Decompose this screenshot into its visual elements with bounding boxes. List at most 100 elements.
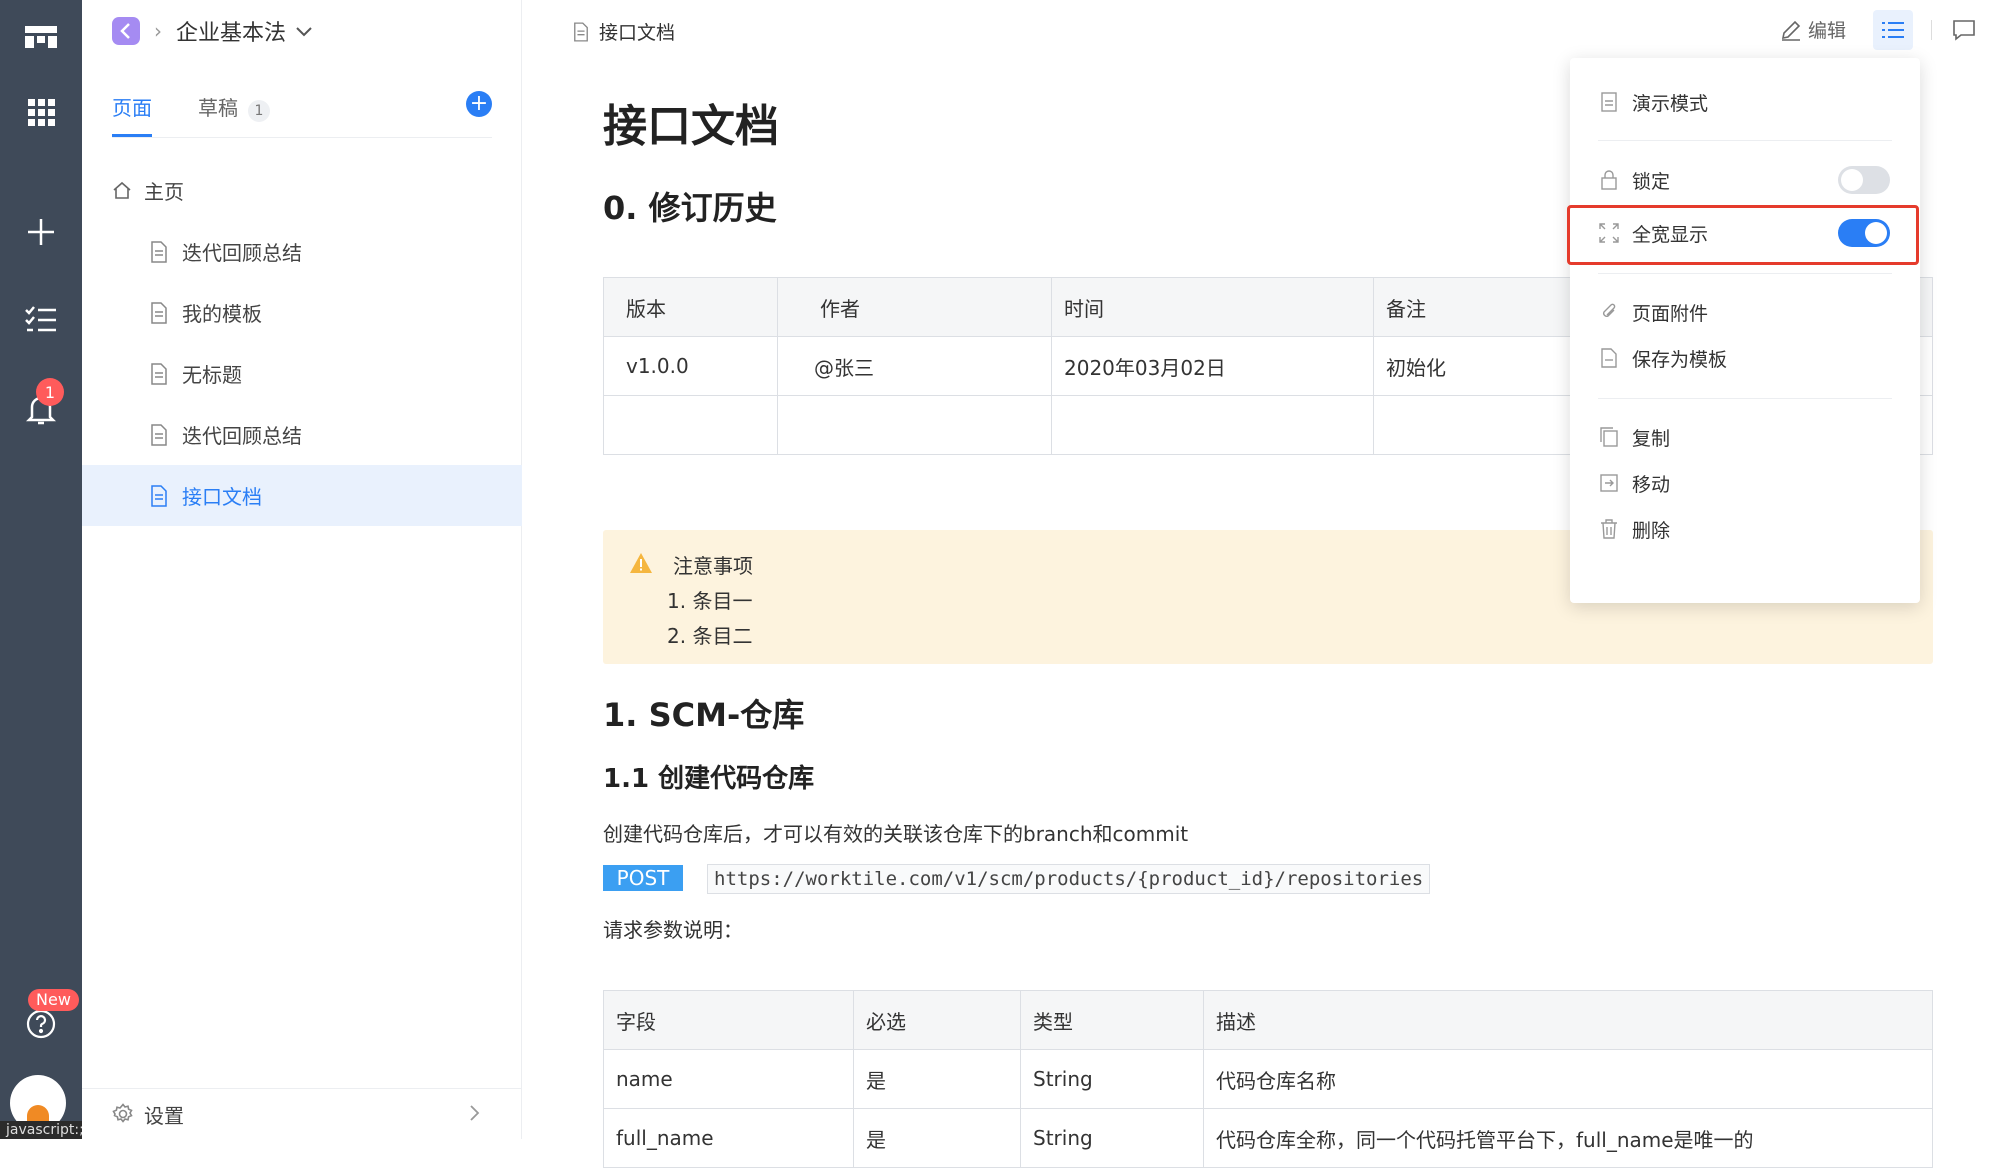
menu-item-presentation[interactable]: 演示模式 xyxy=(1570,76,1920,128)
space-header[interactable]: › 企业基本法 xyxy=(112,14,312,48)
document-icon xyxy=(573,21,589,42)
table-cell[interactable] xyxy=(777,395,1052,455)
pencil-icon xyxy=(1780,19,1802,41)
home-icon xyxy=(112,180,132,202)
space-title: 企业基本法 xyxy=(176,21,287,46)
heading-create-repo: 1.1 创建代码仓库 xyxy=(603,764,815,794)
lock-icon xyxy=(1598,169,1620,191)
page-title: 接口文档 xyxy=(603,101,779,152)
table-cell[interactable]: String xyxy=(1020,1108,1204,1168)
table-header-cell: 版本 xyxy=(603,277,778,337)
table-cell[interactable]: 代码仓库名称 xyxy=(1203,1049,1933,1109)
menu-divider xyxy=(1598,273,1892,274)
sidebar-item-page[interactable]: 无标题 xyxy=(82,343,522,404)
table-header-cell: 时间 xyxy=(1051,277,1374,337)
table-header-cell: 描述 xyxy=(1203,990,1933,1050)
sidebar-item-page-selected[interactable]: 接口文档 xyxy=(82,465,522,526)
sidebar-item-page[interactable]: 我的模板 xyxy=(82,282,522,343)
menu-item-save-template[interactable]: 保存为模板 xyxy=(1570,332,1920,384)
table-header-cell: 作者 xyxy=(777,277,1052,337)
notice-item: 1. 条目一 xyxy=(667,589,753,613)
table-header-cell: 类型 xyxy=(1020,990,1204,1050)
table-cell[interactable]: full_name xyxy=(603,1108,854,1168)
menu-divider xyxy=(1598,140,1892,141)
highlight-box xyxy=(1567,205,1919,265)
table-cell[interactable]: String xyxy=(1020,1049,1204,1109)
sidebar-item-page[interactable]: 迭代回顾总结 xyxy=(82,404,522,465)
table-cell[interactable]: @张三 xyxy=(777,336,1052,396)
logo-icon[interactable] xyxy=(18,14,64,60)
breadcrumb: 接口文档 xyxy=(573,18,675,45)
menu-item-lock[interactable]: 锁定 xyxy=(1570,154,1920,206)
table-cell[interactable]: 2020年03月02日 xyxy=(1051,336,1374,396)
table-row: full_name 是 String 代码仓库全称，同一个代码托管平台下，ful… xyxy=(603,1108,1933,1168)
list-icon xyxy=(1881,20,1905,40)
notice-title: 注意事项 xyxy=(673,554,753,578)
lock-toggle[interactable] xyxy=(1838,166,1890,194)
table-cell[interactable]: 是 xyxy=(853,1049,1021,1109)
document-icon xyxy=(150,484,170,507)
table-header-cell: 字段 xyxy=(603,990,854,1050)
chevron-right-icon: › xyxy=(154,19,162,43)
tab-active-indicator xyxy=(112,134,152,137)
params-label: 请求参数说明： xyxy=(603,918,743,942)
api-url-code: https://worktile.com/v1/scm/products/{pr… xyxy=(707,864,1431,894)
new-badge: New xyxy=(28,989,79,1011)
menu-divider xyxy=(1598,398,1892,399)
table-row: name 是 String 代码仓库名称 xyxy=(603,1049,1933,1109)
table-cell[interactable] xyxy=(1051,395,1374,455)
gear-icon xyxy=(112,1103,134,1125)
document-icon xyxy=(150,423,170,446)
chevron-right-icon xyxy=(470,1102,480,1126)
table-header-row: 字段 必选 类型 描述 xyxy=(603,990,1933,1050)
document-icon xyxy=(150,301,170,324)
sidebar-tabs: 页面 草稿 1 + xyxy=(112,78,492,138)
more-menu-button[interactable] xyxy=(1873,10,1913,50)
document-icon xyxy=(150,240,170,263)
table-cell[interactable] xyxy=(603,395,778,455)
description-text: 创建代码仓库后，才可以有效的关联该仓库下的branch和commit xyxy=(603,822,1189,846)
icon-rail: 1 New javascript:; xyxy=(0,0,90,1139)
table-cell[interactable]: v1.0.0 xyxy=(603,336,778,396)
chevron-down-icon[interactable] xyxy=(296,22,312,41)
settings-button[interactable]: 设置 xyxy=(82,1088,522,1139)
sidebar-item-home[interactable]: 主页 xyxy=(82,160,522,221)
menu-item-attachments[interactable]: 页面附件 xyxy=(1570,286,1920,338)
status-url: javascript:; xyxy=(0,1121,90,1139)
presentation-icon xyxy=(1598,91,1620,113)
edit-button[interactable]: 编辑 xyxy=(1780,16,1846,43)
page-actions-menu: 演示模式 锁定 全宽显示 页面附件 保存为模板 复制 移动 删除 xyxy=(1570,58,1920,603)
notification-badge: 1 xyxy=(36,378,64,406)
template-icon xyxy=(1598,347,1620,369)
page-tree: 主页 迭代回顾总结 我的模板 无标题 迭代回顾总结 接口文档 xyxy=(82,160,522,526)
copy-icon xyxy=(1598,426,1620,448)
tab-drafts[interactable]: 草稿 1 xyxy=(198,92,270,122)
tasks-icon[interactable] xyxy=(18,297,64,343)
plus-icon[interactable] xyxy=(18,209,64,255)
apps-grid-icon[interactable] xyxy=(18,89,64,135)
space-logo-icon xyxy=(112,17,140,45)
menu-item-delete[interactable]: 删除 xyxy=(1570,503,1920,555)
sidebar-item-page[interactable]: 迭代回顾总结 xyxy=(82,221,522,282)
menu-item-copy[interactable]: 复制 xyxy=(1570,411,1920,463)
comment-icon[interactable] xyxy=(1951,18,1977,46)
document-icon xyxy=(150,362,170,385)
notice-item: 2. 条目二 xyxy=(667,624,753,648)
table-header-cell: 必选 xyxy=(853,990,1021,1050)
divider xyxy=(1931,20,1932,40)
warning-icon xyxy=(629,552,653,578)
heading-revision-history: 0. 修订历史 xyxy=(603,189,777,227)
page-sidebar: › 企业基本法 页面 草稿 1 + 主页 迭代回顾总结 我的模板 无标题 迭代回… xyxy=(82,0,522,1139)
menu-item-move[interactable]: 移动 xyxy=(1570,457,1920,509)
move-icon xyxy=(1598,472,1620,494)
params-table: 字段 必选 类型 描述 name 是 String 代码仓库名称 full_na… xyxy=(603,990,1933,1168)
tab-pages[interactable]: 页面 xyxy=(112,92,152,121)
heading-scm-repo: 1. SCM-仓库 xyxy=(603,696,805,734)
drafts-count: 1 xyxy=(248,100,270,122)
table-cell[interactable]: name xyxy=(603,1049,854,1109)
table-cell[interactable]: 是 xyxy=(853,1108,1021,1168)
top-bar: 接口文档 编辑 xyxy=(523,0,2000,60)
add-page-button[interactable]: + xyxy=(466,91,492,117)
http-method-badge: POST xyxy=(603,865,683,891)
table-cell[interactable]: 代码仓库全称，同一个代码托管平台下，full_name是唯一的 xyxy=(1203,1108,1933,1168)
